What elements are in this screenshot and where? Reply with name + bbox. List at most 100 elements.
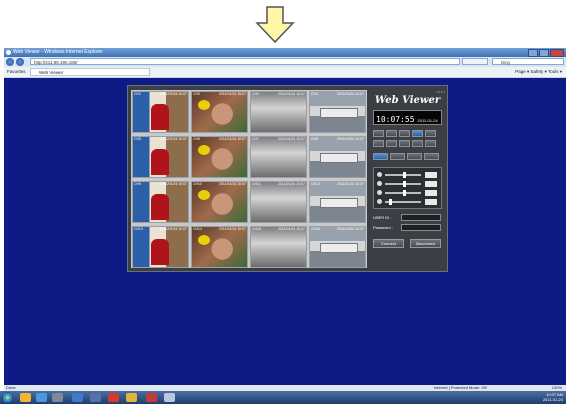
ch-group-3-button[interactable] <box>399 140 410 147</box>
folder-icon[interactable] <box>126 393 137 402</box>
camera-label: CH16 <box>311 227 320 231</box>
camera-timestamp: 2011/01/24 10:07 <box>278 227 305 231</box>
page-content: CH1 2011/01/24 10:07 CH2 2011/01/24 10:07 CH… <box>4 78 566 385</box>
user-id-input[interactable] <box>401 214 441 221</box>
layout-1-button[interactable] <box>373 130 384 137</box>
password-input[interactable] <box>401 224 441 231</box>
image-adjust-panel <box>373 167 442 209</box>
camera-tile[interactable]: CH12 2011/01/24 10:07 <box>309 181 366 223</box>
volume-value[interactable] <box>425 199 437 205</box>
camera-label: CH2 <box>193 92 201 96</box>
address-input[interactable]: http://211.99.190.180/ <box>30 58 460 65</box>
ch-group-5-button[interactable] <box>425 140 436 147</box>
camera-tile[interactable]: CH2 2011/01/24 10:07 <box>191 91 248 133</box>
camera-label: CH5 <box>134 137 142 141</box>
media-icon[interactable] <box>52 393 63 402</box>
down-arrow-icon <box>255 6 295 44</box>
camera-tile[interactable]: CH6 2011/01/24 10:07 <box>191 136 248 178</box>
camera-timestamp: 2011/01/24 10:07 <box>337 137 364 141</box>
camera-tile[interactable]: CH7 2011/01/24 10:07 <box>250 136 307 178</box>
ch-group-4-button[interactable] <box>412 140 423 147</box>
camera-tile[interactable]: CH4 2011/01/24 10:07 <box>309 91 366 133</box>
camera-label: CH6 <box>193 137 201 141</box>
fullscreen-button[interactable] <box>425 130 436 137</box>
layout-4-button[interactable] <box>386 130 397 137</box>
window-titlebar: Web Viewer - Windows Internet Explorer <box>4 48 566 57</box>
camera-label: CH10 <box>193 182 202 186</box>
viewer-title: Web Viewer <box>374 95 441 106</box>
minimize-button[interactable] <box>528 49 538 57</box>
maximize-button[interactable] <box>539 49 549 57</box>
window-icon[interactable] <box>164 393 175 402</box>
tab-web-viewer[interactable]: Web Viewer <box>30 68 150 76</box>
camera-timestamp: 2011/01/24 10:07 <box>160 92 187 96</box>
clock-display: 10:07:55 2011-01-24 <box>373 110 442 125</box>
app-red-icon[interactable] <box>108 393 119 402</box>
brightness-value[interactable] <box>425 172 437 178</box>
camera-tile[interactable]: CH15 2011/01/24 10:07 <box>250 226 307 268</box>
camera-timestamp: 2011/01/24 10:07 <box>160 182 187 186</box>
favorites-button[interactable]: Favorites <box>7 67 26 77</box>
ptz-mode-button[interactable] <box>407 153 422 160</box>
password-label: Password : <box>373 225 393 230</box>
login-form: USER ID : Password : Connect Disconnect <box>373 214 442 248</box>
playback-mode-button[interactable] <box>390 153 405 160</box>
camera-label: CH1 <box>134 92 142 96</box>
camera-tile[interactable]: CH1 2011/01/24 10:07 <box>132 91 189 133</box>
camera-timestamp: 2011/01/24 10:07 <box>219 137 246 141</box>
user-id-label: USER ID : <box>373 215 392 220</box>
clock-date: 2011-01-24 <box>417 118 438 123</box>
speaker-icon <box>377 199 382 204</box>
camera-tile[interactable]: CH3 2011/01/24 10:07 <box>250 91 307 133</box>
ch-group-1-button[interactable] <box>373 140 384 147</box>
live-mode-button[interactable] <box>373 153 388 160</box>
camera-tile[interactable]: CH8 2011/01/24 10:07 <box>309 136 366 178</box>
camera-tile[interactable]: CH11 2011/01/24 10:07 <box>250 181 307 223</box>
camera-label: CH8 <box>311 137 319 141</box>
camera-tile[interactable]: CH13 2011/01/24 10:07 <box>132 226 189 268</box>
camera-tile[interactable]: CH9 2011/01/24 10:07 <box>132 181 189 223</box>
back-icon[interactable] <box>6 58 14 66</box>
saturation-slider[interactable] <box>377 190 439 196</box>
ie-taskbar-icon[interactable] <box>36 393 47 402</box>
setup-mode-button[interactable] <box>424 153 439 160</box>
camera-tile[interactable]: CH10 2011/01/24 10:07 <box>191 181 248 223</box>
command-bar[interactable]: Page ▾ Safety ▾ Tools ▾ <box>515 67 562 77</box>
camera-timestamp: 2011/01/24 10:07 <box>160 227 187 231</box>
ch-group-2-button[interactable] <box>386 140 397 147</box>
camera-tile[interactable]: CH16 2011/01/24 10:07 <box>309 226 366 268</box>
close-button[interactable] <box>550 49 564 57</box>
camera-timestamp: 2011/01/24 10:07 <box>219 92 246 96</box>
disconnect-button[interactable]: Disconnect <box>410 239 441 248</box>
password-row: Password : <box>373 224 442 232</box>
control-sidebar: V1.0.1 Web Viewer 10:07:55 2011-01-24 US… <box>370 90 445 268</box>
camera-timestamp: 2011/01/24 10:07 <box>219 182 246 186</box>
layout-buttons-row-1 <box>373 130 436 137</box>
app-icon[interactable] <box>90 393 101 402</box>
refresh-stop-icons[interactable] <box>462 58 488 65</box>
volume-slider[interactable] <box>377 199 439 205</box>
camera-label: CH9 <box>134 182 142 186</box>
camera-timestamp: 2011/01/24 10:07 <box>337 227 364 231</box>
contrast-slider[interactable] <box>377 181 439 187</box>
explorer-icon[interactable] <box>20 393 31 402</box>
camera-tile[interactable]: CH5 2011/01/24 10:07 <box>132 136 189 178</box>
brightness-slider[interactable] <box>377 172 439 178</box>
contrast-value[interactable] <box>425 181 437 187</box>
window-title: Web Viewer - Windows Internet Explorer <box>13 49 103 55</box>
start-button[interactable] <box>2 392 13 403</box>
camera-timestamp: 2011/01/24 10:07 <box>337 92 364 96</box>
layout-buttons-row-2 <box>373 140 436 147</box>
paint-icon[interactable] <box>146 393 157 402</box>
layout-9-button[interactable] <box>399 130 410 137</box>
outlook-icon[interactable] <box>72 393 83 402</box>
forward-icon[interactable] <box>16 58 24 66</box>
camera-label: CH13 <box>134 227 143 231</box>
camera-timestamp: 2011/01/24 10:07 <box>278 92 305 96</box>
system-tray: 10:07 AM 2011-01-24 <box>543 392 563 402</box>
search-input[interactable]: Bing <box>492 58 564 65</box>
connect-button[interactable]: Connect <box>373 239 404 248</box>
layout-16-button[interactable] <box>412 130 423 137</box>
camera-tile[interactable]: CH14 2011/01/24 10:07 <box>191 226 248 268</box>
saturation-value[interactable] <box>425 190 437 196</box>
